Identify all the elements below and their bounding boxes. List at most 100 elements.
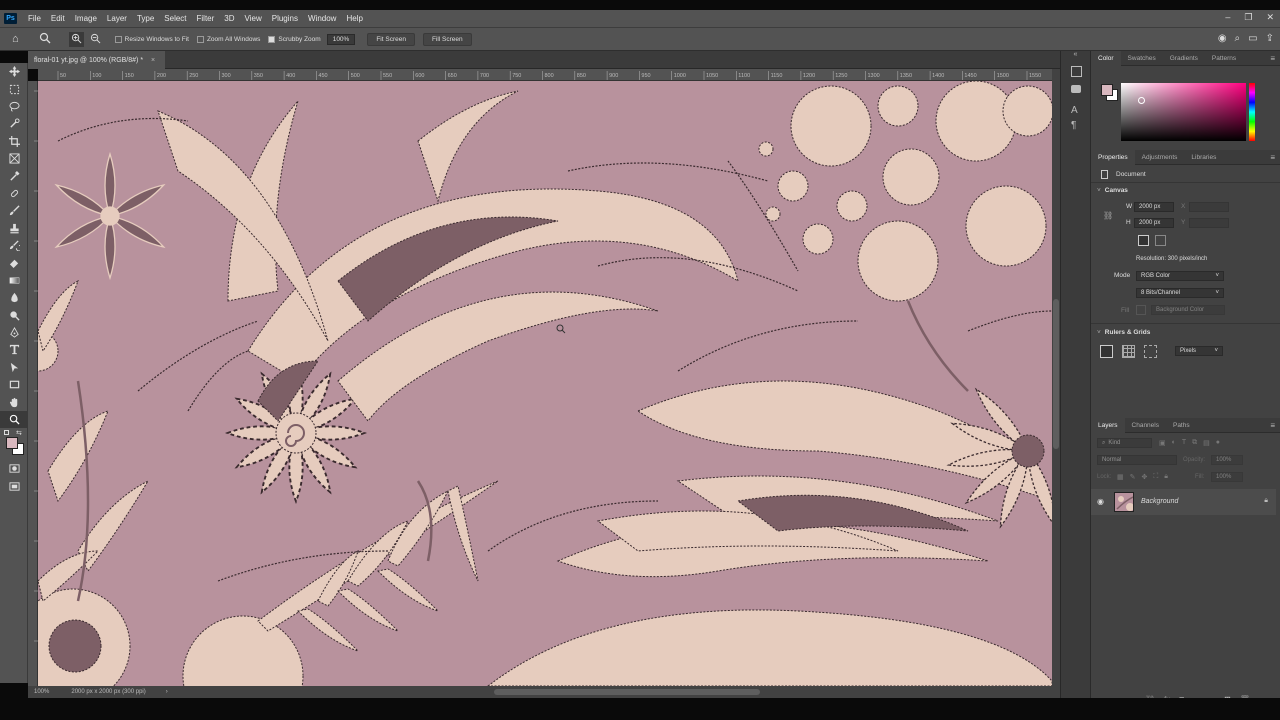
tab-properties[interactable]: Properties — [1091, 149, 1135, 165]
menu-filter[interactable]: Filter — [192, 14, 220, 23]
status-arrow-icon[interactable]: › — [166, 689, 168, 695]
gradient-icon[interactable] — [0, 272, 28, 289]
paragraph-panel-icon[interactable]: ¶ — [1071, 120, 1090, 131]
zoom-icon[interactable] — [0, 410, 28, 429]
ruler-toggle-icon[interactable] — [1100, 345, 1113, 358]
tab-channels[interactable]: Channels — [1125, 418, 1166, 433]
width-field[interactable]: 2000 px — [1134, 202, 1174, 212]
panel-menu-icon[interactable]: ≡ — [1270, 153, 1275, 162]
lock-icons[interactable]: ▦ ✎ ✥ ⛶ 🔒︎ — [1117, 473, 1168, 481]
brush-icon[interactable] — [0, 202, 28, 219]
eraser-icon[interactable] — [0, 254, 28, 271]
document-tab[interactable]: floral-01 yt.jpg @ 100% (RGB/8#) * × — [28, 51, 166, 69]
color-field[interactable] — [1121, 83, 1246, 141]
document-canvas[interactable] — [38, 81, 1052, 686]
y-field[interactable] — [1189, 218, 1229, 228]
quick-mask-icon[interactable] — [0, 460, 28, 477]
grid-toggle-icon[interactable] — [1122, 345, 1135, 358]
height-field[interactable]: 2000 px — [1134, 218, 1174, 228]
comments-panel-icon[interactable] — [1071, 85, 1081, 93]
resize-windows-option[interactable]: Resize Windows to Fit — [114, 35, 189, 43]
tab-swatches[interactable]: Swatches — [1121, 51, 1163, 66]
link-dimensions-icon[interactable]: ⛓ — [1103, 211, 1113, 220]
character-panel-icon[interactable]: A — [1071, 105, 1090, 116]
move-icon[interactable] — [0, 63, 28, 80]
resize-windows-checkbox[interactable] — [114, 35, 122, 43]
menu-type[interactable]: Type — [132, 14, 159, 23]
minimize-icon[interactable]: – — [1225, 12, 1230, 23]
menu-plugins[interactable]: Plugins — [267, 14, 303, 23]
vertical-scrollbar[interactable] — [1052, 69, 1060, 686]
history-panel-icon[interactable] — [1071, 66, 1082, 77]
opacity-field[interactable]: 100% — [1211, 455, 1243, 465]
zoom-out-icon[interactable] — [90, 33, 101, 46]
zoom-value-field[interactable]: 100% — [326, 33, 356, 45]
status-zoom[interactable]: 100% — [34, 689, 49, 695]
close-icon[interactable]: ✕ — [1266, 12, 1274, 23]
hand-icon[interactable] — [0, 393, 28, 410]
horizontal-scroll-thumb[interactable] — [494, 689, 760, 695]
zoom-in-icon[interactable] — [68, 31, 84, 47]
tab-patterns[interactable]: Patterns — [1205, 51, 1243, 66]
restore-icon[interactable]: ❐ — [1244, 12, 1252, 23]
rulers-chevron-icon[interactable]: ˅ — [1097, 329, 1101, 336]
menu-help[interactable]: Help — [341, 14, 367, 23]
tab-gradients[interactable]: Gradients — [1163, 51, 1205, 66]
fg-bg-color-picker[interactable] — [1101, 84, 1119, 102]
visibility-eye-icon[interactable]: ◉ — [1097, 497, 1104, 506]
tab-adjustments[interactable]: Adjustments — [1135, 150, 1185, 165]
menu-image[interactable]: Image — [70, 14, 102, 23]
menu-file[interactable]: File — [23, 14, 46, 23]
fill-screen-button[interactable]: Fill Screen — [422, 32, 472, 46]
marquee-icon[interactable] — [0, 80, 28, 97]
layer-name[interactable]: Background — [1141, 498, 1178, 505]
share-export-icon[interactable]: ⇪ — [1266, 33, 1274, 44]
color-picker-ring[interactable] — [1138, 97, 1145, 104]
vertical-scroll-thumb[interactable] — [1053, 299, 1059, 449]
lasso-icon[interactable] — [0, 98, 28, 115]
mode-select[interactable]: RGB Color ˅ — [1136, 271, 1224, 281]
ruler-units-select[interactable]: Pixels ˅ — [1175, 346, 1223, 356]
dodge-icon[interactable] — [0, 306, 28, 323]
blend-mode-select[interactable]: Normal — [1097, 455, 1177, 465]
foreground-color-swatch[interactable] — [6, 437, 18, 450]
type-icon[interactable] — [0, 341, 28, 358]
zoom-all-checkbox[interactable] — [196, 35, 204, 43]
guides-toggle-icon[interactable] — [1144, 345, 1157, 358]
stamp-icon[interactable] — [0, 220, 28, 237]
healing-icon[interactable] — [0, 185, 28, 202]
zoom-all-option[interactable]: Zoom All Windows — [196, 35, 260, 43]
share-icon[interactable]: ◉ — [1218, 33, 1227, 44]
tab-libraries[interactable]: Libraries — [1184, 150, 1223, 165]
history-brush-icon[interactable] — [0, 237, 28, 254]
scrubby-zoom-option[interactable]: Scrubby Zoom — [268, 35, 321, 43]
bit-depth-select[interactable]: 8 Bits/Channel ˅ — [1136, 288, 1224, 298]
blur-icon[interactable] — [0, 289, 28, 306]
tab-layers[interactable]: Layers — [1091, 417, 1125, 433]
layer-row-background[interactable]: ◉ Background 🔒︎ — [1091, 489, 1276, 515]
screen-mode-icon[interactable] — [0, 478, 28, 495]
quick-select-icon[interactable] — [0, 115, 28, 132]
menu-3d[interactable]: 3D — [219, 14, 239, 23]
close-tab-icon[interactable]: × — [151, 57, 155, 64]
menu-select[interactable]: Select — [159, 14, 191, 23]
menu-view[interactable]: View — [240, 14, 267, 23]
fill-swatch[interactable] — [1136, 305, 1146, 315]
path-select-icon[interactable] — [0, 359, 28, 376]
tab-paths[interactable]: Paths — [1166, 418, 1197, 433]
panel-menu-icon[interactable]: ≡ — [1270, 54, 1275, 63]
crop-icon[interactable] — [0, 133, 28, 150]
canvas-chevron-icon[interactable]: ˅ — [1097, 187, 1101, 194]
layer-filter-icons[interactable]: ▣ ◐ T ⧉ ▤ ● — [1159, 439, 1220, 447]
fit-screen-button[interactable]: Fit Screen — [367, 32, 415, 46]
layer-filter-select[interactable]: ⌕ Kind — [1097, 438, 1152, 448]
collapse-arrows-icon[interactable]: « — [1061, 51, 1090, 58]
search-icon[interactable]: ⌕ — [1235, 33, 1241, 44]
eyedropper-icon[interactable] — [0, 167, 28, 184]
workspace-icon[interactable]: ▭ — [1248, 33, 1257, 44]
portrait-orientation-icon[interactable] — [1138, 235, 1149, 246]
fill-opacity-field[interactable]: 100% — [1211, 472, 1243, 482]
x-field[interactable] — [1189, 202, 1229, 212]
color-swatches[interactable]: ⇆ — [4, 430, 27, 460]
rectangle-icon[interactable] — [0, 376, 28, 393]
